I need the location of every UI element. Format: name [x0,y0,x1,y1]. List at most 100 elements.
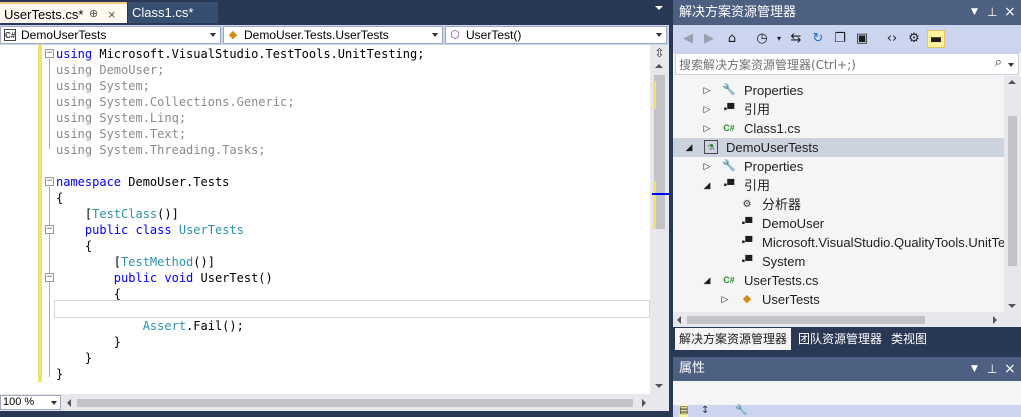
code-line[interactable]: using Microsoft.VisualStudio.TestTools.U… [56,46,424,62]
code-line[interactable]: using System.Text; [56,126,186,142]
expand-icon[interactable]: ▷ [701,119,713,138]
code-line[interactable]: public class UserTests [56,222,244,238]
collapse-icon[interactable]: ◢ [701,271,713,290]
scroll-right-icon[interactable] [642,399,646,407]
property-pages-icon[interactable]: 🔧 [735,405,747,417]
chevron-down-icon[interactable] [1008,63,1014,67]
code-line[interactable]: using System; [56,78,150,94]
code-line[interactable]: using DemoUser; [56,62,164,78]
tab-class-view[interactable]: 类视图 [887,328,931,350]
tree-item-class1-cs[interactable]: ▷ C# Class1.cs [673,119,1004,138]
tree-item-analyzers[interactable]: ⚙ 分析器 [673,195,1004,214]
tree-item-references[interactable]: ◢ ▪▀ 引用 [673,176,1004,195]
tree-item-qualitytools-ref[interactable]: ▪▀ Microsoft.VisualStudio.QualityTools.U… [673,233,1004,252]
sync-icon[interactable]: ⇆ [787,30,805,48]
member-dropdown[interactable]: ⬡ UserTest() [445,26,667,44]
expand-icon[interactable]: ▷ [701,81,713,100]
search-icon[interactable]: ⌕ [995,55,1002,70]
scroll-thumb[interactable] [1008,116,1017,266]
code-line[interactable]: } [56,350,92,366]
code-line[interactable]: using System.Collections.Generic; [56,94,294,110]
code-token: ()] [193,255,215,269]
collapse-toggle[interactable]: − [45,273,54,282]
code-line[interactable]: namespace DemoUser.Tests [56,174,229,190]
close-icon[interactable]: × [108,4,116,25]
expand-icon[interactable]: ▷ [701,100,713,119]
chevron-down-icon[interactable]: ▾ [770,30,788,48]
collapse-icon[interactable]: ◢ [683,138,695,157]
tree-item-label: Properties [744,159,804,174]
solution-vertical-scrollbar[interactable] [1004,76,1021,312]
pin-icon[interactable]: ⊥ [987,357,997,381]
collapse-toggle[interactable]: − [45,225,54,234]
zoom-dropdown[interactable]: 100 % [0,395,61,410]
close-icon[interactable]: × [1004,357,1016,381]
scroll-thumb[interactable] [687,316,925,324]
scroll-up-icon[interactable] [1008,80,1016,84]
preview-selected-icon[interactable]: ▬ [927,30,945,48]
code-line[interactable]: public void UserTest() [56,270,273,286]
refresh-icon[interactable]: ↻ [809,30,827,48]
tab-overflow-icon[interactable] [655,6,663,10]
categorized-icon[interactable]: ▤ [679,405,689,417]
alphabetical-icon[interactable]: ↕ [701,405,709,417]
code-line[interactable]: [TestClass()] [56,206,179,222]
wrench-icon[interactable]: ⚙ [905,30,923,48]
code-line[interactable]: using System.Threading.Tasks; [56,142,266,158]
tree-item-usertests-cs[interactable]: ◢ C# UserTests.cs [673,271,1004,290]
code-line[interactable]: { [56,238,92,254]
collapse-icon[interactable]: ◢ [701,176,713,195]
solution-horizontal-scrollbar[interactable] [673,312,1021,327]
collapse-all-icon[interactable]: ❐ [831,30,849,48]
tab-class1-cs[interactable]: Class1.cs* [128,2,218,23]
tree-item-demouser-ref[interactable]: ▪▀ DemoUser [673,214,1004,233]
expand-icon[interactable]: ▷ [719,290,731,309]
back-icon[interactable]: ◀ [679,30,697,48]
solution-search-input[interactable] [679,56,989,73]
code-line[interactable]: using System.Linq; [56,110,186,126]
code-line[interactable]: Assert.Fail(); [56,318,244,334]
code-line[interactable]: } [56,366,63,382]
tree-item-system-ref[interactable]: ▪▀ System [673,252,1004,271]
collapse-toggle[interactable]: − [45,177,54,186]
tab-team-explorer[interactable]: 团队资源管理器 [794,328,886,350]
code-line[interactable]: { [56,286,121,302]
class-dropdown[interactable]: ◆ DemoUser.Tests.UserTests [223,26,443,44]
view-code-icon[interactable]: ‹› [883,30,901,48]
tree-item-label: 分析器 [762,197,802,212]
tree-item-demousertests[interactable]: ◢ ⚗ DemoUserTests [673,138,1004,157]
scroll-thumb[interactable] [77,399,633,407]
editor-vertical-scrollbar[interactable]: ⇳ [650,45,669,394]
scroll-right-icon[interactable] [993,316,997,324]
dropdown-icon[interactable]: ▼ [971,357,978,381]
expand-icon[interactable]: ▷ [701,157,713,176]
pin-icon[interactable]: ⊕ [89,4,98,25]
tree-item-properties[interactable]: ▷ 🔧 Properties [673,157,1004,176]
tab-solution-explorer[interactable]: 解决方案资源管理器 [675,328,792,350]
show-all-files-icon[interactable]: ▣ [853,30,871,48]
tab-usertests-cs[interactable]: UserTests.cs* ⊕ × [0,2,127,23]
scroll-left-icon[interactable] [67,399,71,407]
split-window-icon[interactable]: ⇳ [652,46,667,60]
scroll-left-icon[interactable] [677,316,681,324]
collapse-toggle[interactable]: − [45,49,54,58]
code-line[interactable]: } [56,334,121,350]
solution-search-box[interactable]: ⌕ [675,53,1019,75]
scroll-up-icon[interactable] [655,64,663,68]
dropdown-icon[interactable]: ▼ [971,0,978,25]
editor-horizontal-scrollbar[interactable] [63,395,650,410]
pin-icon[interactable]: ⊥ [987,0,997,25]
scroll-down-icon[interactable] [655,384,663,388]
tree-item-usertests-class[interactable]: ▷ ◆ UserTests [673,290,1004,309]
code-line[interactable]: [TestMethod()] [56,254,215,270]
forward-icon[interactable]: ▶ [700,30,718,48]
scroll-down-icon[interactable] [1008,304,1016,308]
project-dropdown[interactable]: C# DemoUserTests [0,26,221,44]
tree-item-properties[interactable]: ▷ 🔧 Properties [673,81,1004,100]
code-line[interactable]: { [56,190,63,206]
history-icon[interactable]: ◷ [753,30,771,48]
tree-item-references[interactable]: ▷ ▪▀ 引用 [673,100,1004,119]
code-text-area[interactable]: − − − − using Microsoft.VisualStudio.Tes… [0,45,650,394]
close-icon[interactable]: × [1004,0,1016,25]
home-icon[interactable]: ⌂ [723,30,741,48]
